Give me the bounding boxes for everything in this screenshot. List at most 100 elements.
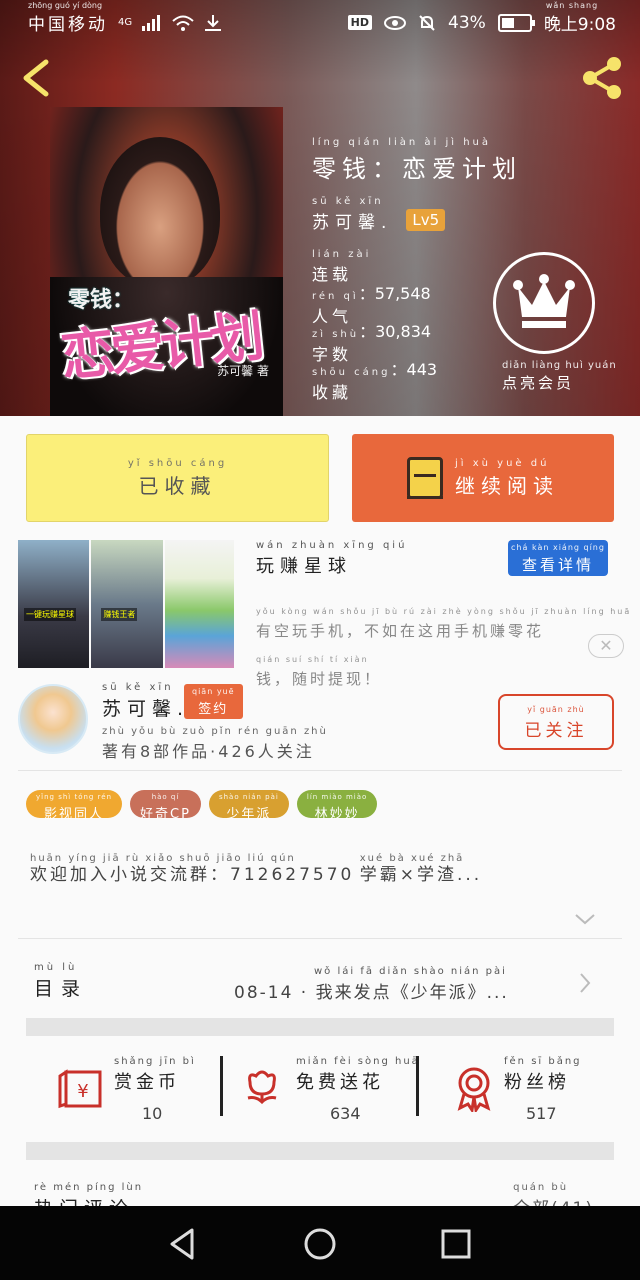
table-of-contents-row[interactable]: mù lù 目录 wǒ lái fā diǎn shào nián pài 08… bbox=[26, 942, 614, 1012]
flowers-label: miǎn fèi sòng huā 免费送花 bbox=[296, 1056, 420, 1094]
ad-button-pinyin: chá kàn xiáng qíng bbox=[511, 542, 605, 552]
crown-icon bbox=[513, 274, 575, 328]
fan-ranking[interactable]: fěn sī bǎng 粉丝榜 517 bbox=[454, 1056, 604, 1136]
download-icon bbox=[205, 14, 222, 31]
latest-chapter-pinyin: wǒ lái fā diǎn shào nián pài bbox=[314, 966, 507, 977]
collected-button[interactable]: yǐ shōu cáng 已收藏 bbox=[26, 434, 329, 522]
level-badge: Lv5 bbox=[406, 209, 446, 231]
author-name-pinyin: sū kě xīn bbox=[102, 682, 174, 693]
ad-image[interactable]: 一键玩赚星球 赚钱王者 bbox=[18, 540, 234, 668]
toc-label-pinyin: mù lù bbox=[34, 962, 78, 973]
eye-icon bbox=[384, 15, 407, 30]
back-arrow-icon[interactable] bbox=[18, 58, 54, 98]
section-divider bbox=[26, 1018, 614, 1036]
divider bbox=[18, 770, 622, 771]
continue-label: 继续阅读 bbox=[455, 473, 559, 498]
vip-label[interactable]: diǎn liàng huì yuán 点亮会员 bbox=[502, 360, 617, 393]
intro-text-2: 学霸×学渣... bbox=[359, 865, 483, 885]
ad-details-button[interactable]: chá kàn xiáng qíng 查看详情 bbox=[508, 540, 608, 576]
free-flowers[interactable]: miǎn fèi sòng huā 免费送花 634 bbox=[242, 1056, 418, 1136]
book-title-pinyin: líng qián liàn ài jì huà bbox=[312, 137, 492, 148]
ad-photo-tag-1: 一键玩赚星球 bbox=[24, 608, 76, 621]
ad-title[interactable]: wán zhuàn xīng qiú 玩赚星球 bbox=[256, 540, 407, 578]
tag-pinyin: hào qí bbox=[151, 793, 180, 801]
book-cover[interactable]: 零钱： 恋爱计划 苏可馨 著 bbox=[50, 107, 283, 416]
cover-portrait bbox=[100, 137, 220, 287]
intro-text-1: 欢迎加入小说交流群：712627570 bbox=[30, 865, 355, 885]
ad-desc-line-1: 有空玩手机，不如在这用手机赚零花 bbox=[256, 622, 545, 640]
book-intro[interactable]: huān yíng jiā rù xiǎo shuō jiāo liú qún … bbox=[30, 846, 482, 887]
intro-line: xué bà xué zhā 学霸×学渣... bbox=[360, 853, 482, 885]
signed-label: 签约 bbox=[198, 702, 229, 717]
ad-photo-tag-2: 赚钱王者 bbox=[101, 608, 138, 621]
author-works: zhù yǒu bù zuò pǐn rén guān zhù 著有8部作品·4… bbox=[102, 726, 328, 762]
tag-chip[interactable]: yǐng shì tóng rén 影视同人 bbox=[26, 790, 123, 822]
book-title-block: líng qián liàn ài jì huà 零钱：恋爱计划 bbox=[312, 130, 522, 184]
vip-pinyin: diǎn liàng huì yuán bbox=[502, 360, 617, 371]
chevron-right-icon bbox=[580, 973, 591, 993]
follow-button[interactable]: yǐ guān zhù 已关注 bbox=[498, 694, 614, 750]
red-envelope-icon: ¥ bbox=[58, 1069, 102, 1109]
signal-icon bbox=[142, 14, 161, 31]
author-name[interactable]: sū kě xīn 苏可馨. bbox=[102, 682, 189, 721]
ad-close-button[interactable]: ✕ bbox=[588, 634, 624, 658]
chevron-down-icon[interactable] bbox=[574, 912, 596, 926]
nav-home-icon[interactable] bbox=[298, 1222, 342, 1266]
stat-separator bbox=[220, 1056, 223, 1116]
divider bbox=[18, 938, 622, 939]
nav-back-icon[interactable] bbox=[160, 1222, 204, 1266]
book-header: zhōng guó yí dòng 中国移动 4G HD 43% wǎn sha… bbox=[0, 0, 640, 416]
all-comments-link[interactable]: quán bù 全部(41) bbox=[513, 1182, 594, 1208]
tag-label: 林妙妙 bbox=[314, 807, 360, 822]
tag-chip[interactable]: lín miào miào 林妙妙 bbox=[296, 790, 378, 822]
collect-pinyin: shōu cáng bbox=[312, 367, 391, 378]
hot-comments-pinyin: rè mén píng lùn bbox=[34, 1182, 144, 1193]
all-comments-pinyin: quán bù bbox=[513, 1182, 569, 1193]
reward-coins[interactable]: ¥ shǎng jīn bì 赏金币 10 bbox=[56, 1056, 206, 1136]
flowers-text: 免费送花 bbox=[296, 1072, 384, 1093]
status-bar: zhōng guó yí dòng 中国移动 4G HD 43% wǎn sha… bbox=[0, 0, 640, 44]
tag-chip[interactable]: hào qí 好奇CP bbox=[130, 790, 201, 822]
battery-icon bbox=[497, 13, 535, 32]
signed-badge: qiān yuē 签约 bbox=[184, 684, 243, 719]
popularity-pinyin: rén qì bbox=[312, 291, 359, 302]
collected-label: 已收藏 bbox=[138, 473, 217, 498]
follow-pinyin: yǐ guān zhù bbox=[527, 704, 585, 714]
reward-text: 赏金币 bbox=[114, 1072, 180, 1093]
status-pinyin: lián zài bbox=[312, 249, 372, 260]
ad-desc-pinyin-2: qián suí shí tí xiàn bbox=[256, 655, 369, 664]
book-status: lián zài 连载 bbox=[312, 242, 371, 285]
author-works-text: 著有8部作品·426人关注 bbox=[102, 742, 315, 761]
hot-comments-label: rè mén píng lùn 热门评论 bbox=[34, 1182, 143, 1208]
hd-badge: HD bbox=[347, 15, 373, 30]
status-left: zhōng guó yí dòng 中国移动 4G bbox=[28, 1, 222, 35]
vip-text: 点亮会员 bbox=[502, 374, 575, 392]
book-author[interactable]: sū kě xīn 苏可馨. bbox=[312, 196, 392, 233]
intro-pinyin-1: huān yíng jiā rù xiǎo shuō jiāo liú qún bbox=[30, 853, 296, 864]
stat-separator bbox=[416, 1056, 419, 1116]
tag-chip[interactable]: shào nián pài 少年派 bbox=[208, 790, 289, 822]
section-divider bbox=[26, 1142, 614, 1160]
network-type: 4G bbox=[118, 17, 133, 28]
share-icon[interactable] bbox=[578, 54, 626, 102]
collected-pinyin: yǐ shōu cáng bbox=[127, 457, 228, 469]
ad-description: yǒu kòng wán shǒu jī bù rú zài zhè yòng … bbox=[256, 596, 629, 692]
nav-recents-icon[interactable] bbox=[434, 1222, 478, 1266]
author-avatar[interactable] bbox=[18, 684, 88, 754]
vip-button[interactable] bbox=[493, 252, 595, 354]
ad-photo-2: 赚钱王者 bbox=[91, 540, 163, 668]
carrier-text: 中国移动 bbox=[28, 15, 108, 35]
ad-photo-3 bbox=[164, 540, 234, 668]
continue-reading-button[interactable]: jì xù yuè dú 继续阅读 bbox=[352, 434, 614, 522]
flowers-pinyin: miǎn fèi sòng huā bbox=[296, 1056, 420, 1067]
carrier-label: zhōng guó yí dòng 中国移动 bbox=[28, 1, 108, 35]
hot-comments-header[interactable]: rè mén píng lùn 热门评论 quán bù 全部(41) bbox=[26, 1168, 614, 1208]
bell-off-icon bbox=[419, 14, 435, 31]
tag-label: 影视同人 bbox=[44, 807, 105, 822]
clock: wǎn shang 晚上9:08 bbox=[544, 1, 616, 35]
ad-button-label: 查看详情 bbox=[521, 555, 594, 574]
collect-value: 443 bbox=[406, 360, 438, 379]
wifi-icon bbox=[172, 15, 194, 31]
latest-chapter-text: 08-14 · 我来发点《少年派》... bbox=[234, 983, 509, 1003]
ad-banner[interactable]: 一键玩赚星球 赚钱王者 wán zhuàn xīng qiú 玩赚星球 chá … bbox=[18, 540, 629, 688]
